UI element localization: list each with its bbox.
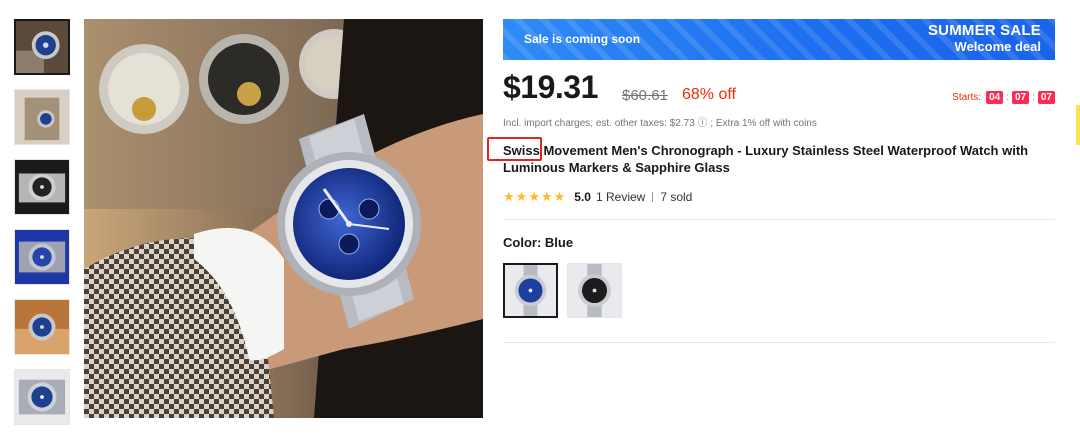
side-edge-strip — [1076, 105, 1080, 145]
reviews-link[interactable]: 1 Review — [596, 190, 645, 204]
star-icon: ★ — [528, 189, 540, 204]
countdown-label: Starts: — [952, 92, 982, 103]
banner-title: SUMMER SALE — [927, 22, 1041, 39]
color-selected-value: Blue — [544, 235, 574, 250]
original-price: $60.61 — [622, 87, 668, 104]
star-icon: ★ — [553, 189, 566, 204]
rating-row: ★ ★ ★ ★ ★ 5.0 1 Review 7 sold — [503, 189, 1055, 205]
rating-divider — [652, 192, 654, 202]
star-icon: ★ — [503, 189, 515, 204]
thumbnail-3[interactable] — [14, 159, 70, 215]
sale-banner[interactable]: Sale is coming soon SUMMER SALE Welcome … — [503, 19, 1055, 60]
color-swatches — [503, 263, 1055, 318]
price-row: $19.31 $60.61 68% off Starts: 04 : 07 : … — [503, 69, 1055, 113]
banner-subtitle: Welcome deal — [954, 39, 1041, 54]
countdown-hours: 04 — [986, 91, 1004, 104]
color-swatch-black[interactable] — [567, 263, 622, 318]
star-rating: ★ ★ ★ ★ ★ — [503, 189, 566, 205]
divider — [503, 219, 1055, 220]
countdown-separator: : — [1032, 92, 1035, 103]
countdown-seconds: 07 — [1037, 91, 1055, 104]
divider — [503, 342, 1055, 343]
title-rest: Movement Men's Chronograph - Luxury Stai… — [503, 143, 1029, 175]
banner-right: SUMMER SALE Welcome deal — [928, 23, 1041, 55]
color-swatch-blue[interactable] — [503, 263, 558, 318]
current-price: $19.31 — [503, 69, 598, 105]
sold-count: 7 sold — [660, 190, 693, 204]
star-icon: ★ — [540, 189, 553, 204]
tax-note: Incl. import charges; est. other taxes: … — [503, 118, 817, 129]
annotation-highlight-box — [487, 137, 542, 161]
countdown-separator: : — [1006, 92, 1009, 103]
thumbnail-2[interactable] — [14, 89, 70, 145]
thumbnail-4[interactable] — [14, 229, 70, 285]
color-label-prefix: Color: — [503, 235, 542, 250]
color-label: Color: Blue — [503, 235, 1055, 250]
thumbnail-5[interactable] — [14, 299, 70, 355]
discount-label: 68% off — [682, 86, 736, 103]
product-info: Sale is coming soon SUMMER SALE Welcome … — [487, 19, 1055, 343]
countdown-minutes: 07 — [1011, 91, 1030, 104]
sale-countdown: Starts: 04 : 07 : 07 — [952, 91, 1055, 104]
main-product-image[interactable] — [84, 19, 483, 418]
thumbnail-1[interactable] — [14, 19, 70, 75]
banner-left-text: Sale is coming soon — [524, 32, 641, 46]
thumbnail-6[interactable] — [14, 369, 70, 425]
star-icon: ★ — [515, 189, 528, 204]
product-title: Swiss Movement Men's Chronograph - Luxur… — [487, 137, 1033, 176]
rating-value: 5.0 — [574, 190, 591, 204]
thumbnail-list — [14, 19, 70, 439]
